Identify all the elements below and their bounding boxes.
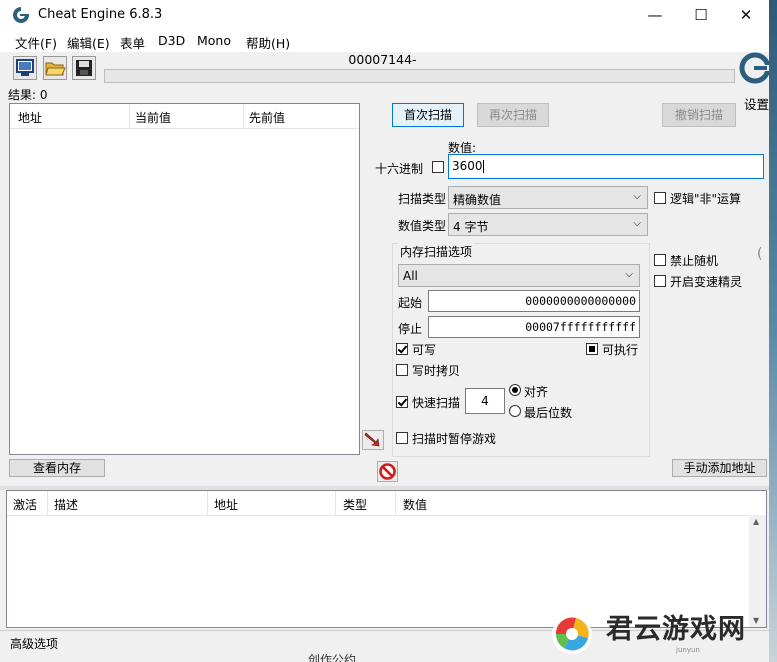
settings-label[interactable]: 设置 — [744, 94, 769, 113]
open-file-button[interactable] — [43, 56, 67, 80]
background-fragment-text: 创作公约 — [308, 653, 357, 662]
memory-scan-options-title: 内存扫描选项 — [398, 243, 475, 260]
watermark-subtext: junyun — [676, 646, 700, 654]
menu-d3d[interactable]: D3D — [158, 33, 185, 48]
folder-open-icon — [45, 62, 66, 76]
scan-type-select[interactable]: 精确数值 ⌵ — [448, 186, 648, 209]
fast-scan-alignment-input[interactable]: 4 — [465, 388, 505, 414]
open-process-button[interactable] — [13, 56, 37, 80]
last-digits-radio[interactable] — [509, 405, 521, 417]
menu-edit[interactable]: 编辑(E) — [67, 33, 110, 52]
disable-random-checkbox[interactable] — [654, 254, 666, 266]
cheat-engine-window: Cheat Engine 6.8.3 — ☐ ✕ 文件(F) 编辑(E) 表单 … — [0, 0, 770, 662]
fast-scan-label: 快速扫描 — [412, 396, 461, 410]
pause-game-label: 扫描时暂停游戏 — [412, 432, 497, 446]
prohibition-icon — [379, 463, 396, 480]
stop-address-input[interactable]: 00007fffffffffff — [428, 316, 640, 338]
chevron-down-icon: ⌵ — [625, 269, 633, 280]
next-scan-button[interactable]: 再次扫描 — [477, 103, 549, 127]
scan-progress-bar — [104, 69, 735, 83]
column-divider — [335, 491, 336, 515]
column-value[interactable]: 数值 — [403, 496, 427, 513]
window-title: Cheat Engine 6.8.3 — [38, 7, 163, 22]
watermark-text: 君云游戏网 — [606, 614, 746, 645]
text-cursor — [482, 160, 484, 173]
settings-logo-icon[interactable] — [739, 51, 770, 85]
pause-game-checkbox[interactable] — [396, 432, 408, 444]
close-button[interactable]: ✕ — [723, 0, 769, 30]
chevron-down-icon: ⌵ — [633, 218, 641, 229]
found-address-list[interactable]: 地址 当前值 先前值 — [9, 103, 360, 455]
executable-checkbox[interactable] — [586, 343, 598, 355]
disable-random-label: 禁止随机 — [670, 254, 719, 268]
value-type-value: 4 字节 — [453, 220, 489, 234]
executable-label: 可执行 — [602, 343, 639, 357]
column-current-value[interactable]: 当前值 — [135, 109, 171, 126]
red-arrow-icon — [364, 432, 380, 447]
scroll-up-icon[interactable]: ▲ — [753, 517, 759, 526]
value-type-label: 数值类型 — [398, 219, 447, 233]
floppy-disk-icon — [76, 60, 92, 76]
start-address-input[interactable]: 0000000000000000 — [428, 290, 640, 312]
fast-scan-checkbox[interactable] — [396, 396, 408, 408]
writable-label: 可写 — [412, 343, 437, 357]
save-button[interactable] — [72, 56, 96, 80]
column-type[interactable]: 类型 — [343, 496, 367, 513]
column-divider — [207, 491, 208, 515]
speedhack-label: 开启变速精灵 — [670, 275, 743, 289]
add-selected-to-list-button[interactable] — [362, 430, 384, 450]
menu-table[interactable]: 表单 — [120, 33, 145, 52]
not-operation-label: 逻辑"非"运算 — [670, 192, 742, 206]
value-input[interactable]: 3600 — [448, 154, 764, 179]
value-input-text: 3600 — [452, 159, 483, 173]
advanced-options-link[interactable]: 高级选项 — [10, 635, 58, 652]
add-address-manually-button[interactable]: 手动添加地址 — [672, 459, 767, 477]
column-divider — [129, 104, 130, 128]
desktop-background — [769, 0, 777, 662]
copy-on-write-checkbox[interactable] — [396, 364, 408, 376]
writable-checkbox[interactable] — [396, 343, 408, 355]
column-address[interactable]: 地址 — [214, 496, 238, 513]
menu-bar: 文件(F) 编辑(E) 表单 D3D Mono 帮助(H) — [0, 30, 769, 52]
align-radio[interactable] — [509, 384, 521, 396]
hex-checkbox[interactable] — [432, 161, 444, 173]
menu-file[interactable]: 文件(F) — [15, 33, 57, 52]
cheat-engine-logo-icon — [13, 7, 29, 23]
column-divider — [47, 491, 48, 515]
column-address[interactable]: 地址 — [18, 109, 42, 126]
copy-on-write-label: 写时拷贝 — [412, 364, 461, 378]
maximize-button[interactable]: ☐ — [678, 0, 724, 30]
computer-icon — [16, 59, 34, 76]
value-type-select[interactable]: 4 字节 ⌵ — [448, 213, 648, 236]
hex-label: 十六进制 — [375, 162, 424, 176]
chevron-down-icon: ⌵ — [633, 191, 641, 202]
column-divider — [243, 104, 244, 128]
view-memory-button[interactable]: 查看内存 — [9, 459, 105, 477]
column-previous-value[interactable]: 先前值 — [249, 109, 285, 126]
stop-address-label: 停止 — [398, 322, 423, 336]
align-label: 对齐 — [524, 385, 549, 399]
background-fragment-edge: ( — [757, 246, 763, 262]
column-active[interactable]: 激活 — [13, 496, 37, 513]
memory-region-select[interactable]: All ⌵ — [398, 264, 640, 287]
undo-scan-button[interactable]: 撤销扫描 — [662, 103, 736, 127]
column-divider — [395, 491, 396, 515]
speedhack-checkbox[interactable] — [654, 275, 666, 287]
not-operation-checkbox[interactable] — [654, 192, 666, 204]
scan-type-label: 扫描类型 — [398, 192, 447, 206]
cheat-table-header: 激活 描述 地址 类型 数值 — [7, 491, 766, 516]
memory-region-value: All — [403, 269, 418, 283]
first-scan-button[interactable]: 首次扫描 — [392, 103, 464, 127]
minimize-button[interactable]: — — [632, 0, 678, 30]
column-description[interactable]: 描述 — [54, 496, 78, 513]
stop-button[interactable] — [377, 461, 398, 482]
scan-type-value: 精确数值 — [453, 193, 502, 207]
address-list-header: 地址 当前值 先前值 — [10, 104, 359, 129]
menu-mono[interactable]: Mono — [197, 33, 231, 48]
menu-help[interactable]: 帮助(H) — [246, 33, 290, 52]
last-digits-label: 最后位数 — [524, 406, 573, 420]
start-address-label: 起始 — [398, 296, 423, 310]
results-count: 结果: 0 — [8, 88, 48, 102]
title-bar: Cheat Engine 6.8.3 — ☐ ✕ — [0, 0, 769, 30]
